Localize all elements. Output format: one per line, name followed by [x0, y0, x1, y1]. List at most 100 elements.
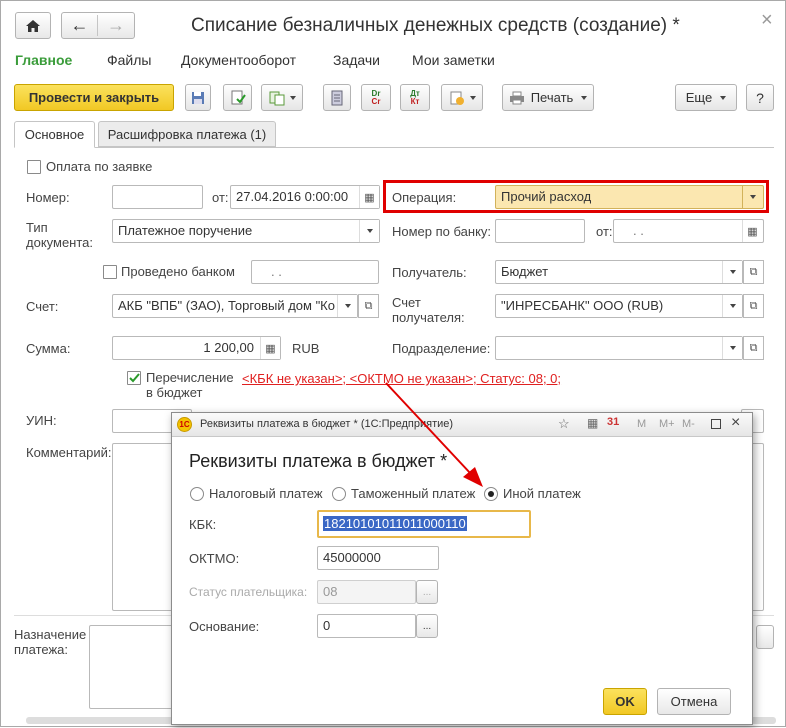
tab-payment-breakdown[interactable]: Расшифровка платежа (1) [98, 121, 276, 147]
close-icon[interactable]: × [761, 9, 773, 32]
radio-tax-label: Налоговый платеж [209, 486, 323, 501]
oktmo-input[interactable]: 45000000 [317, 546, 439, 570]
rec-account-select[interactable]: "ИНРЕСБАНК" ООО (RUB) [495, 294, 743, 318]
dialog-titlebar: 1С Реквизиты платежа в бюджет * (1С:Пред… [172, 413, 752, 437]
dt-kt-ru-button[interactable]: Дт Кт [400, 84, 430, 111]
rec-account-dropdown-icon[interactable] [722, 295, 742, 317]
recipient-select[interactable]: Бюджет [495, 260, 743, 284]
purpose-label: Назначение платежа: [14, 627, 87, 657]
basis-label: Основание: [189, 619, 260, 634]
memory-m-icon[interactable]: M [637, 418, 646, 430]
doctype-label: Тип документа: [26, 220, 93, 250]
journal-icon [331, 90, 343, 105]
post-button[interactable] [223, 84, 252, 111]
window-title: Списание безналичных денежных средств (с… [191, 15, 680, 36]
menu-item-main[interactable]: Главное [15, 52, 72, 68]
right-partial-button[interactable] [756, 625, 774, 649]
dropdown-arrow-icon [289, 95, 296, 100]
print-button[interactable]: Печать [502, 84, 594, 111]
save-button[interactable] [185, 84, 211, 111]
bank-done-checkbox[interactable] [103, 265, 117, 279]
calculator-icon[interactable]: ▦ [260, 337, 280, 359]
post-and-close-button[interactable]: Провести и закрыть [14, 84, 174, 111]
rec-account-label: Счет получателя: [392, 295, 465, 325]
dt-kt-button[interactable]: Dr Cr [361, 84, 391, 111]
favorite-star-icon[interactable]: ☆ [558, 416, 570, 432]
printer-icon [509, 91, 524, 104]
back-arrow-icon[interactable]: ← [62, 15, 99, 36]
division-label: Подразделение: [392, 341, 491, 356]
tab-strip-line [14, 147, 774, 148]
account-dropdown-icon[interactable] [337, 295, 357, 317]
doctype-dropdown-icon[interactable] [359, 220, 379, 242]
ok-button[interactable]: OK [603, 688, 647, 715]
rec-account-open-icon[interactable]: ⧉ [743, 294, 764, 318]
budget-transfer-label: Перечисление в бюджет [146, 370, 234, 400]
payer-status-label: Статус плательщика: [189, 585, 308, 599]
calendar-icon[interactable]: 31 [607, 416, 619, 428]
floppy-icon [192, 91, 204, 104]
number-input[interactable] [112, 185, 203, 209]
basis-input[interactable]: 0 [317, 614, 416, 638]
radio-customs-label: Таможенный платеж [351, 486, 476, 501]
operation-select[interactable]: Прочий расход [495, 185, 764, 209]
radio-tax-payment[interactable] [190, 487, 204, 501]
date-input[interactable]: 27.04.2016 0:00:00 [230, 185, 380, 209]
division-open-icon[interactable]: ⧉ [743, 336, 764, 360]
operation-dropdown-icon[interactable] [742, 186, 762, 208]
pay-on-request-label: Оплата по заявке [46, 159, 153, 174]
pay-on-request-checkbox[interactable] [27, 160, 41, 174]
maximize-icon[interactable] [711, 419, 721, 429]
account-open-icon[interactable]: ⧉ [358, 294, 379, 318]
memory-mminus-icon[interactable]: M- [682, 418, 695, 430]
uin-label: УИН: [26, 413, 57, 428]
calendar-icon[interactable]: ▦ [359, 186, 379, 208]
checkmark-icon [129, 373, 140, 383]
1c-logo-icon: 1С [177, 417, 192, 432]
main-window: ← → Списание безналичных денежных средст… [0, 0, 786, 727]
division-dropdown-icon[interactable] [722, 337, 742, 359]
menu-item-files[interactable]: Файлы [107, 52, 151, 68]
post-document-icon [231, 90, 246, 104]
dialog-title: Реквизиты платежа в бюджет * (1С:Предпри… [200, 418, 454, 430]
menu-item-tasks[interactable]: Задачи [333, 52, 380, 68]
dialog-heading: Реквизиты платежа в бюджет * [189, 451, 448, 471]
recipient-open-icon[interactable]: ⧉ [743, 260, 764, 284]
radio-other-payment[interactable] [484, 487, 498, 501]
create-based-on-button[interactable] [261, 84, 303, 111]
cancel-button[interactable]: Отмена [657, 688, 731, 715]
dialog-close-icon[interactable]: × [731, 414, 740, 432]
menu-item-notes[interactable]: Мои заметки [412, 52, 495, 68]
more-button[interactable]: Еще [675, 84, 737, 111]
account-select[interactable]: АКБ "ВПБ" (ЗАО), Торговый дом "Ко [112, 294, 358, 318]
radio-customs-payment[interactable] [332, 487, 346, 501]
home-button[interactable] [15, 12, 51, 39]
help-button[interactable]: ? [746, 84, 774, 111]
kbk-input[interactable]: 18210101011011000110 [317, 510, 531, 538]
bank-number-label: Номер по банку: [392, 224, 492, 239]
dropdown-arrow-icon [720, 95, 727, 100]
sum-input[interactable]: 1 200,00 [112, 336, 281, 360]
memory-mplus-icon[interactable]: M+ [659, 418, 675, 430]
number-label: Номер: [26, 190, 70, 205]
journal-button[interactable] [323, 84, 351, 111]
doctype-select[interactable]: Платежное поручение [112, 219, 380, 243]
forward-arrow-icon[interactable]: → [98, 15, 134, 36]
bank-done-date[interactable]: . . [251, 260, 379, 284]
budget-details-link[interactable]: <КБК не указан>; <ОКТМО не указан>; Стат… [242, 371, 561, 386]
basis-select-button[interactable]: ... [416, 614, 438, 638]
home-icon [26, 19, 40, 32]
division-select[interactable] [495, 336, 743, 360]
document-attach-icon [450, 91, 464, 105]
recipient-dropdown-icon[interactable] [722, 261, 742, 283]
calculator-icon[interactable]: ▦ [587, 416, 598, 430]
tab-main[interactable]: Основное [14, 121, 95, 148]
account-label: Счет: [26, 299, 59, 314]
budget-details-dialog: 1С Реквизиты платежа в бюджет * (1С:Пред… [171, 412, 753, 725]
calendar-icon[interactable]: ▦ [742, 220, 762, 242]
payer-status-select-button: ... [416, 580, 438, 604]
menu-item-docflow[interactable]: Документооборот [181, 52, 296, 68]
budget-transfer-checkbox[interactable] [127, 371, 141, 385]
attach-button[interactable] [441, 84, 483, 111]
bank-number-input[interactable] [495, 219, 585, 243]
